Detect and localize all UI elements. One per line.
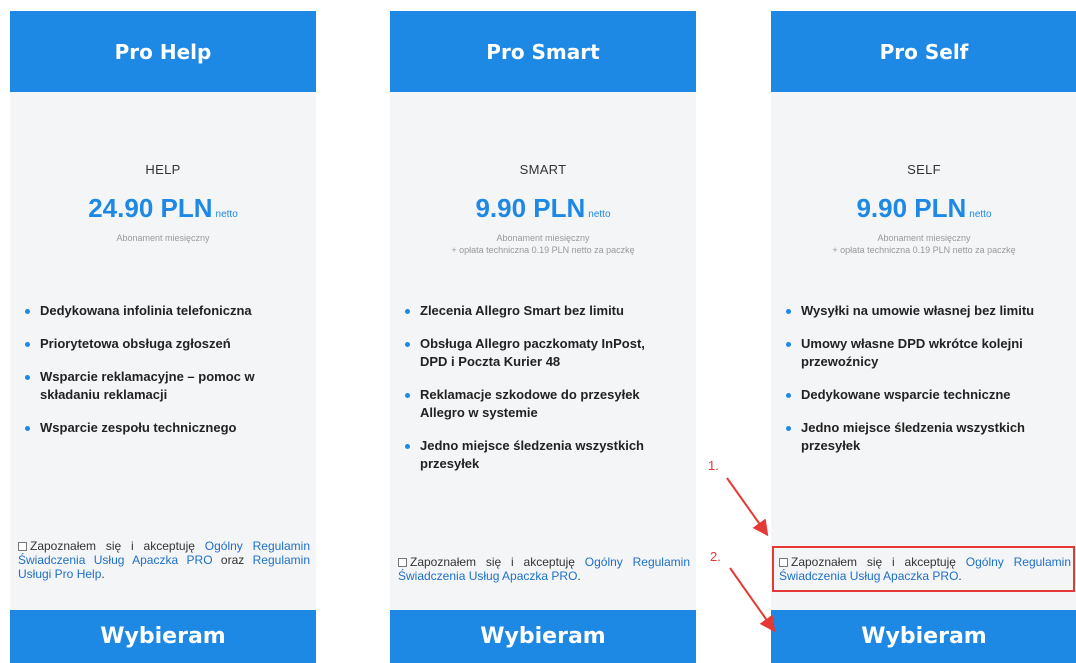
select-plan-button[interactable]: Wybieram <box>390 610 696 663</box>
arrow-icon <box>729 567 776 633</box>
consent-period: . <box>577 569 581 583</box>
billing-note-line: Abonament miesięczny <box>496 233 590 243</box>
billing-note: Abonament miesięczny + opłata techniczna… <box>390 232 696 256</box>
billing-note-line: + opłata techniczna 0.19 PLN netto za pa… <box>451 245 635 255</box>
plan-card-pro-smart: Pro Smart SMART 9.90 PLN netto Abonament … <box>390 11 696 663</box>
feature-item: Jedno miejsce śledzenia wszystkich przes… <box>784 419 1054 455</box>
plan-code: SMART <box>519 162 567 177</box>
consent-period: . <box>101 567 105 581</box>
billing-note-line: + opłata techniczna 0.19 PLN netto za pa… <box>832 245 1016 255</box>
consent-conjunction: oraz <box>220 553 245 567</box>
feature-item: Umowy własne DPD wkrótce kolejni przewoź… <box>784 335 1054 371</box>
feature-list: Zlecenia Allegro Smart bez limitu Obsług… <box>403 302 673 488</box>
select-plan-button[interactable]: Wybieram <box>10 610 316 663</box>
terms-consent: Zapoznałem się i akceptuję Ogólny Regula… <box>398 555 690 583</box>
consent-text: Zapoznałem się i akceptuję <box>410 555 575 569</box>
plan-price: 9.90 PLN netto <box>390 193 696 224</box>
feature-list: Dedykowana infolinia telefoniczna Priory… <box>23 302 293 452</box>
terms-checkbox[interactable] <box>18 542 27 551</box>
price-amount: 9.90 PLN <box>475 193 586 223</box>
feature-item: Dedykowana infolinia telefoniczna <box>23 302 293 320</box>
feature-item: Jedno miejsce śledzenia wszystkich przes… <box>403 437 673 473</box>
price-suffix: netto <box>588 209 611 220</box>
consent-text: Zapoznałem się i akceptuję <box>30 539 195 553</box>
step-1-label: 1. <box>708 458 719 473</box>
terms-checkbox[interactable] <box>779 558 788 567</box>
plan-price: 9.90 PLN netto <box>771 193 1076 224</box>
feature-item: Reklamacje szkodowe do przesyłek Allegro… <box>403 386 673 422</box>
feature-item: Zlecenia Allegro Smart bez limitu <box>403 302 673 320</box>
billing-note: Abonament miesięczny + opłata techniczna… <box>771 232 1076 256</box>
arrow-icon <box>726 477 769 537</box>
plan-title: Pro Smart <box>390 11 696 92</box>
plan-code: SELF <box>907 162 941 177</box>
feature-list: Wysyłki na umowie własnej bez limitu Umo… <box>784 302 1054 470</box>
feature-item: Wsparcie reklamacyjne – pomoc w składani… <box>23 368 293 404</box>
feature-item: Priorytetowa obsługa zgłoszeń <box>23 335 293 353</box>
price-suffix: netto <box>215 209 238 220</box>
terms-consent: Zapoznałem się i akceptuję Ogólny Regula… <box>18 539 310 581</box>
plan-title: Pro Help <box>10 11 316 92</box>
feature-item: Dedykowane wsparcie techniczne <box>784 386 1054 404</box>
billing-note: Abonament miesięczny <box>10 232 316 244</box>
plan-code: HELP <box>145 162 181 177</box>
select-plan-button[interactable]: Wybieram <box>771 610 1076 663</box>
billing-note-line: Abonament miesięczny <box>116 233 210 243</box>
billing-note-line: Abonament miesięczny <box>877 233 971 243</box>
step-2-label: 2. <box>710 549 721 564</box>
feature-item: Wysyłki na umowie własnej bez limitu <box>784 302 1054 320</box>
feature-item: Wsparcie zespołu technicznego <box>23 419 293 437</box>
feature-item: Obsługa Allegro paczkomaty InPost, DPD i… <box>403 335 673 371</box>
consent-text: Zapoznałem się i akceptuję <box>791 555 956 569</box>
consent-period: . <box>958 569 962 583</box>
terms-consent: Zapoznałem się i akceptuję Ogólny Regula… <box>779 555 1071 583</box>
plan-price: 24.90 PLN netto <box>10 193 316 224</box>
plan-title: Pro Self <box>771 11 1076 92</box>
price-amount: 9.90 PLN <box>856 193 967 223</box>
price-suffix: netto <box>969 209 992 220</box>
plan-card-pro-self: Pro Self SELF 9.90 PLN netto Abonament mi… <box>771 11 1076 663</box>
terms-checkbox[interactable] <box>398 558 407 567</box>
plan-card-pro-help: Pro Help HELP 24.90 PLN netto Abonament m… <box>10 11 316 663</box>
price-amount: 24.90 PLN <box>88 193 213 223</box>
